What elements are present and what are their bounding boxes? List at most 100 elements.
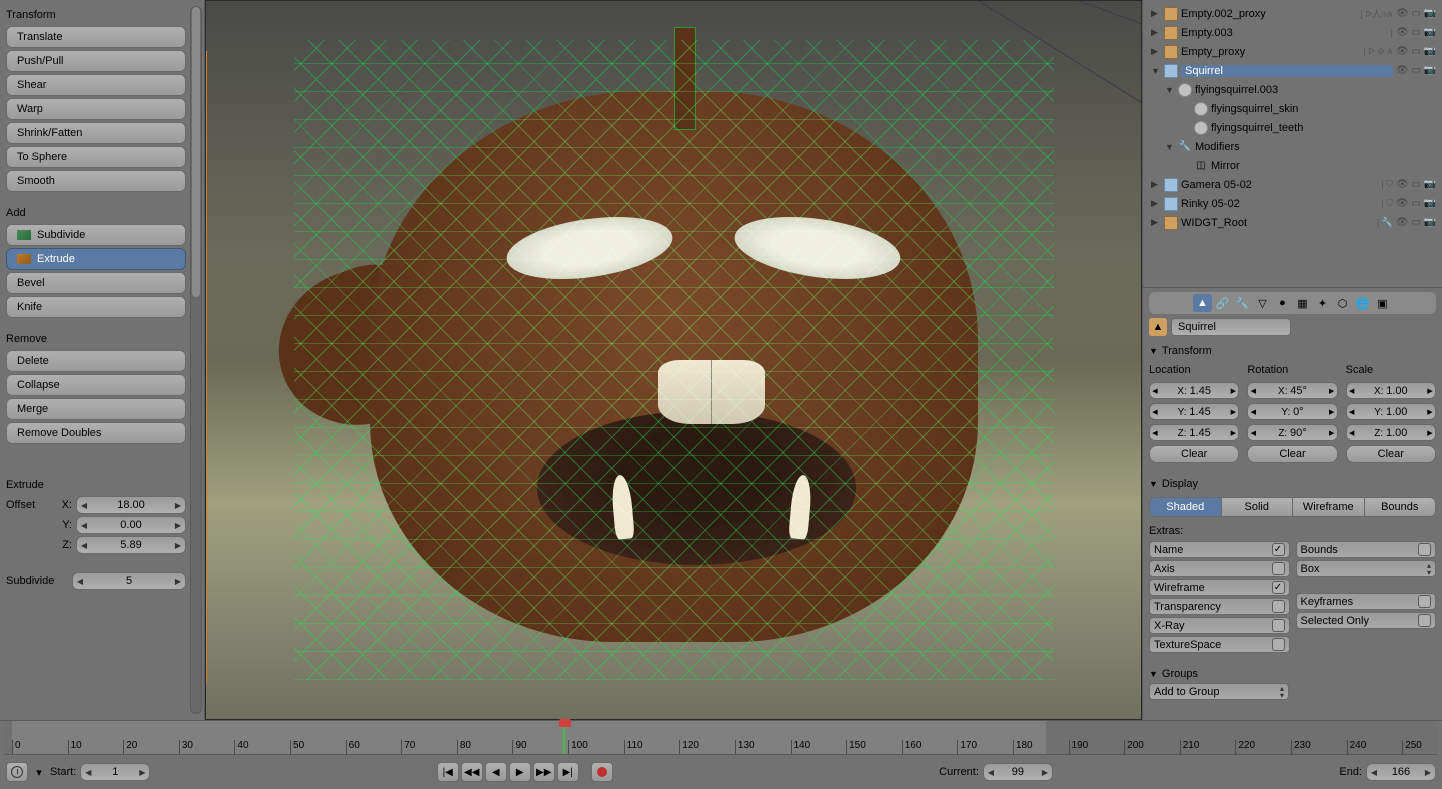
clear-rotation-button[interactable]: Clear: [1247, 445, 1337, 463]
offset-x-spinner[interactable]: ◀18.00▶: [76, 496, 186, 514]
record-button[interactable]: [591, 762, 613, 782]
tool-bevel[interactable]: Bevel: [6, 272, 186, 294]
timeline-ruler[interactable]: 0102030405060708090100110120130140150160…: [4, 721, 1438, 755]
visibility-toggles[interactable]: 👁 ▭ 📷: [1396, 179, 1436, 190]
extra-texturespace[interactable]: TextureSpace: [1149, 636, 1290, 653]
expand-toggle[interactable]: ▶: [1151, 217, 1161, 228]
shading-bounds[interactable]: Bounds: [1365, 498, 1436, 516]
expand-toggle[interactable]: ▼: [1165, 142, 1175, 152]
checkbox[interactable]: [1272, 600, 1285, 613]
visibility-toggles[interactable]: 👁 ▭ 📷: [1396, 27, 1436, 38]
scale-x-spinner[interactable]: ◀X: 1.00▶: [1346, 382, 1436, 399]
outliner-item[interactable]: ▶Gamera 05-02| ⛉👁 ▭ 📷: [1147, 175, 1436, 194]
play-reverse-button[interactable]: ◀: [485, 762, 507, 782]
rot-y-spinner[interactable]: ◀Y: 0°▶: [1247, 403, 1337, 420]
end-frame-spinner[interactable]: ◀166▶: [1366, 763, 1436, 781]
start-frame-spinner[interactable]: ◀1▶: [80, 763, 150, 781]
add-to-group-dropdown[interactable]: Add to Group▴▾: [1149, 683, 1289, 700]
next-keyframe-button[interactable]: ▶▶: [533, 762, 555, 782]
offset-y-spinner[interactable]: ◀0.00▶: [76, 516, 186, 534]
rot-x-spinner[interactable]: ◀X: 45°▶: [1247, 382, 1337, 399]
play-button[interactable]: ▶: [509, 762, 531, 782]
tool-shrink-fatten[interactable]: Shrink/Fatten: [6, 122, 186, 144]
loc-x-spinner[interactable]: ◀X: 1.45▶: [1149, 382, 1239, 399]
tool-translate[interactable]: Translate: [6, 26, 186, 48]
outliner-item[interactable]: ▶Empty.003|👁 ▭ 📷: [1147, 23, 1436, 42]
object-name-field[interactable]: Squirrel: [1171, 318, 1291, 336]
mesh-object[interactable]: [294, 40, 1054, 680]
extra-x-ray[interactable]: X-Ray: [1149, 617, 1290, 634]
toolshelf-scrollbar[interactable]: [190, 6, 202, 714]
outliner-item[interactable]: ▼flyingsquirrel.003: [1147, 80, 1436, 99]
tool-delete[interactable]: Delete: [6, 350, 186, 372]
tab-constraints[interactable]: 🔗: [1213, 294, 1232, 312]
clear-scale-button[interactable]: Clear: [1346, 445, 1436, 463]
tab-modifiers[interactable]: 🔧: [1233, 294, 1252, 312]
visibility-toggles[interactable]: 👁 ▭ 📷: [1396, 198, 1436, 209]
jump-to-start-button[interactable]: |◀: [437, 762, 459, 782]
loc-z-spinner[interactable]: ◀Z: 1.45▶: [1149, 424, 1239, 441]
tool-extrude[interactable]: Extrude: [6, 248, 186, 270]
tool-push-pull[interactable]: Push/Pull: [6, 50, 186, 72]
tab-material[interactable]: ●: [1273, 294, 1292, 312]
outliner-item[interactable]: ▶Empty.002_proxy| ᐅ人፨ጰ👁 ▭ 📷: [1147, 4, 1436, 23]
display-panel-header[interactable]: ▼Display: [1149, 475, 1436, 493]
outliner-item[interactable]: ▶WIDGT_Root| 🔧👁 ▭ 📷: [1147, 213, 1436, 232]
tool-subdivide[interactable]: Subdivide: [6, 224, 186, 246]
transform-panel-header[interactable]: ▼Transform: [1149, 342, 1436, 360]
3d-viewport[interactable]: [205, 0, 1142, 720]
shading-wireframe[interactable]: Wireframe: [1293, 498, 1365, 516]
offset-z-spinner[interactable]: ◀5.89▶: [76, 536, 186, 554]
checkbox[interactable]: [1272, 543, 1285, 556]
shading-solid[interactable]: Solid: [1222, 498, 1294, 516]
tab-object[interactable]: ▲: [1193, 294, 1212, 312]
tab-data[interactable]: ▽: [1253, 294, 1272, 312]
extra-name[interactable]: Name: [1149, 541, 1290, 558]
tool-shear[interactable]: Shear: [6, 74, 186, 96]
expand-toggle[interactable]: ▼: [1151, 66, 1161, 76]
tab-world[interactable]: 🌐: [1353, 294, 1372, 312]
extra-selected-only[interactable]: Selected Only: [1296, 612, 1437, 629]
outliner-item[interactable]: flyingsquirrel_teeth: [1147, 118, 1436, 137]
scale-z-spinner[interactable]: ◀Z: 1.00▶: [1346, 424, 1436, 441]
current-frame-spinner[interactable]: ◀99▶: [983, 763, 1053, 781]
tool-merge[interactable]: Merge: [6, 398, 186, 420]
groups-panel-header[interactable]: ▼Groups: [1149, 665, 1436, 683]
subdivide-spinner[interactable]: ◀5▶: [72, 572, 186, 590]
expand-toggle[interactable]: ▶: [1151, 198, 1161, 209]
outliner[interactable]: ▶Empty.002_proxy| ᐅ人፨ጰ👁 ▭ 📷▶Empty.003|👁 …: [1143, 0, 1442, 288]
checkbox[interactable]: [1272, 619, 1285, 632]
extra-wireframe[interactable]: Wireframe: [1149, 579, 1290, 596]
shading-shaded[interactable]: Shaded: [1150, 498, 1222, 516]
visibility-toggles[interactable]: 👁 ▭ 📷: [1396, 217, 1436, 228]
tab-texture[interactable]: ▦: [1293, 294, 1312, 312]
tab-render[interactable]: ▣: [1373, 294, 1392, 312]
jump-to-end-button[interactable]: ▶|: [557, 762, 579, 782]
extra-bounds[interactable]: Bounds: [1296, 541, 1437, 558]
playhead[interactable]: [563, 721, 565, 754]
tab-physics[interactable]: ⬡: [1333, 294, 1352, 312]
bounds-type-dropdown[interactable]: Box▴▾: [1296, 560, 1437, 577]
outliner-item[interactable]: ▶Rinky 05-02| ⛉👁 ▭ 📷: [1147, 194, 1436, 213]
clear-location-button[interactable]: Clear: [1149, 445, 1239, 463]
tool-smooth[interactable]: Smooth: [6, 170, 186, 192]
tool-remove-doubles[interactable]: Remove Doubles: [6, 422, 186, 444]
expand-toggle[interactable]: ▶: [1151, 27, 1161, 38]
expand-icon[interactable]: ▾: [32, 762, 46, 782]
extra-keyframes[interactable]: Keyframes: [1296, 593, 1437, 610]
visibility-toggles[interactable]: 👁 ▭ 📷: [1396, 46, 1436, 57]
visibility-toggles[interactable]: 👁 ▭ 📷: [1396, 65, 1436, 76]
outliner-item[interactable]: ◫Mirror: [1147, 156, 1436, 175]
scale-y-spinner[interactable]: ◀Y: 1.00▶: [1346, 403, 1436, 420]
outliner-item[interactable]: ▼Squirrel👁 ▭ 📷: [1147, 61, 1436, 80]
checkbox[interactable]: [1272, 581, 1285, 594]
expand-toggle[interactable]: ▼: [1165, 85, 1175, 95]
checkbox[interactable]: [1272, 562, 1285, 575]
outliner-item[interactable]: ▶Empty_proxy| ᐅ ⊛ ጰ👁 ▭ 📷: [1147, 42, 1436, 61]
outliner-item[interactable]: ▼🔧Modifiers: [1147, 137, 1436, 156]
editor-type-icon[interactable]: [6, 762, 28, 782]
tab-particles[interactable]: ✦: [1313, 294, 1332, 312]
loc-y-spinner[interactable]: ◀Y: 1.45▶: [1149, 403, 1239, 420]
tool-warp[interactable]: Warp: [6, 98, 186, 120]
tool-to-sphere[interactable]: To Sphere: [6, 146, 186, 168]
